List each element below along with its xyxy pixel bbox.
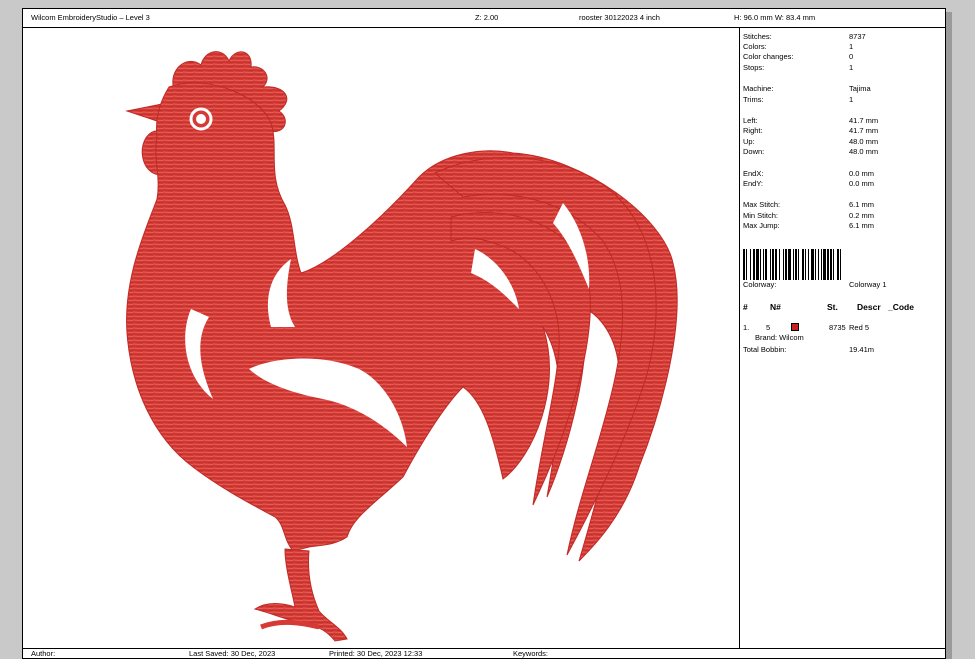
column-header: Descr xyxy=(857,302,881,312)
stat-value: 41.7 mm xyxy=(849,126,879,135)
stat-value: 6.1 mm xyxy=(849,221,875,230)
stat-value: 1 xyxy=(849,95,854,104)
design-info-panel: Stitches: 8737 Colors: 1 Color changes: 0 Stop… xyxy=(740,27,945,649)
row-stitches: 8735 xyxy=(829,323,846,332)
stat-row: Right: 41.7 mm xyxy=(743,126,943,136)
stat-label: Trims: xyxy=(743,95,764,104)
column-header: # xyxy=(743,302,748,312)
stat-value: Tajima xyxy=(849,84,871,93)
page-shadow xyxy=(946,12,952,659)
stat-value: 0.0 mm xyxy=(849,179,875,188)
keywords-label: Keywords: xyxy=(513,649,549,658)
row-descr: Red 5 xyxy=(849,323,870,332)
stat-row: EndY: 0.0 mm xyxy=(743,179,943,189)
stat-label: Max Jump: xyxy=(743,221,780,230)
stat-label: Down: xyxy=(743,147,765,156)
design-preview xyxy=(23,27,740,649)
stat-row: Down: 48.0 mm xyxy=(743,147,943,157)
row-brand: Brand: Wilcom xyxy=(755,333,804,342)
stat-label: Machine: xyxy=(743,84,774,93)
zoom-level: Z: 2.00 xyxy=(475,13,499,22)
stat-row: Max Jump: 6.1 mm xyxy=(743,221,943,231)
barcode xyxy=(743,249,929,280)
total-bobbin-row: Total Bobbin: 19.41m xyxy=(743,345,943,355)
stat-value: 41.7 mm xyxy=(849,116,879,125)
column-header: _Code xyxy=(888,302,914,312)
column-header: St. xyxy=(827,302,838,312)
stat-row: EndX: 0.0 mm xyxy=(743,169,943,179)
stat-value: 0 xyxy=(849,52,854,61)
stat-row: Max Stitch: 6.1 mm xyxy=(743,200,943,210)
colorway-value: Colorway 1 xyxy=(849,280,887,289)
total-bobbin-value: 19.41m xyxy=(849,345,875,354)
stat-row: Colors: 1 xyxy=(743,42,943,52)
stat-label: Min Stitch: xyxy=(743,211,779,220)
stat-value: 48.0 mm xyxy=(849,147,879,156)
row-needle: 5 xyxy=(766,323,771,332)
author-label: Author: xyxy=(31,649,56,658)
stat-label: EndY: xyxy=(743,179,764,188)
color-swatch xyxy=(791,323,799,331)
sheet-footer: Author: Last Saved: 30 Dec, 2023 Printed… xyxy=(23,648,945,658)
stat-row: Stitches: 8737 xyxy=(743,32,943,42)
stat-value: 1 xyxy=(849,63,854,72)
design-dimensions: H: 96.0 mm W: 83.4 mm xyxy=(734,13,816,22)
app-title: Wilcom EmbroideryStudio – Level 3 xyxy=(31,13,150,22)
stat-row: Up: 48.0 mm xyxy=(743,137,943,147)
stat-label: Stitches: xyxy=(743,32,772,41)
rooster-embroidery-icon xyxy=(125,51,678,642)
print-preview-sheet: Wilcom EmbroideryStudio – Level 3 Z: 2.0… xyxy=(22,8,946,659)
total-bobbin-label: Total Bobbin: xyxy=(743,345,787,354)
stat-row: Color changes: 0 xyxy=(743,52,943,62)
design-name: rooster 30122023 4 inch xyxy=(579,13,660,22)
stat-row: Trims: 1 xyxy=(743,95,943,105)
stat-label: Stops: xyxy=(743,63,765,72)
row-index: 1. xyxy=(743,323,750,332)
stat-value: 0.2 mm xyxy=(849,211,875,220)
stat-label: Right: xyxy=(743,126,763,135)
stat-label: Color changes: xyxy=(743,52,794,61)
stat-value: 0.0 mm xyxy=(849,169,875,178)
stat-label: Colors: xyxy=(743,42,767,51)
stat-label: Max Stitch: xyxy=(743,200,781,209)
stat-value: 1 xyxy=(849,42,854,51)
last-saved: Last Saved: 30 Dec, 2023 xyxy=(189,649,276,658)
stat-row: Machine: Tajima xyxy=(743,84,943,94)
stat-label: Up: xyxy=(743,137,755,146)
stat-row: Stops: 1 xyxy=(743,63,943,73)
stat-value: 48.0 mm xyxy=(849,137,879,146)
printed-date: Printed: 30 Dec, 2023 12:33 xyxy=(329,649,423,658)
colorway-row: Colorway: Colorway 1 xyxy=(743,280,943,290)
stat-label: EndX: xyxy=(743,169,764,178)
colorway-label: Colorway: xyxy=(743,280,777,289)
sheet-header: Wilcom EmbroideryStudio – Level 3 Z: 2.0… xyxy=(23,9,945,28)
stat-label: Left: xyxy=(743,116,758,125)
stat-value: 8737 xyxy=(849,32,866,41)
table-row: 1. 5 8735 Red 5 Brand: Wilcom xyxy=(743,323,943,342)
column-header: N# xyxy=(770,302,781,312)
stat-value: 6.1 mm xyxy=(849,200,875,209)
stat-row: Min Stitch: 0.2 mm xyxy=(743,211,943,221)
stat-row: Left: 41.7 mm xyxy=(743,116,943,126)
